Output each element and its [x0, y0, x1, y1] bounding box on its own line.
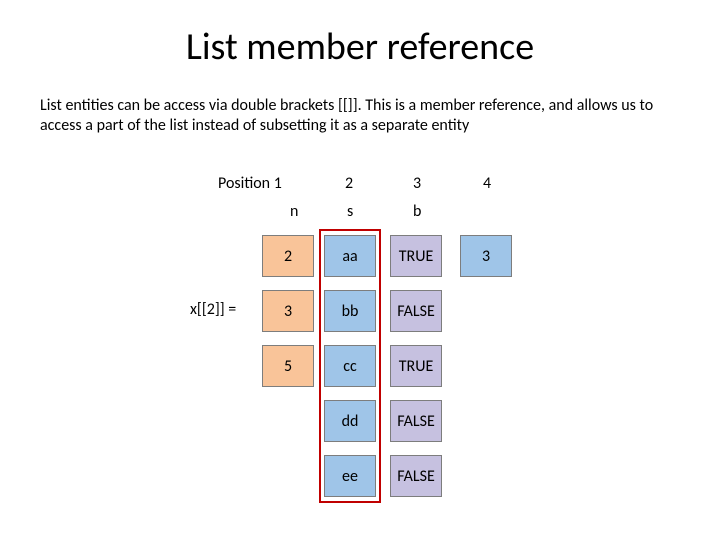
header-b: b [413, 202, 421, 221]
position-2-label: 2 [345, 174, 353, 193]
highlight-col-s [319, 229, 381, 503]
page-title: List member reference [0, 24, 720, 70]
header-n: n [290, 202, 298, 221]
position-1-label: Position 1 [218, 174, 282, 193]
cell-n-2: 3 [262, 290, 314, 332]
position-4-label: 4 [483, 174, 491, 193]
cell-b-3: TRUE [390, 345, 442, 387]
expression-label: x[[2]] = [190, 300, 236, 319]
cell-b-4: FALSE [390, 400, 442, 442]
cell-b-5: FALSE [390, 455, 442, 497]
cell-4-1: 3 [460, 235, 512, 277]
cell-n-3: 5 [262, 345, 314, 387]
cell-b-2: FALSE [390, 290, 442, 332]
position-3-label: 3 [413, 174, 421, 193]
description-text: List entities can be access via double b… [40, 96, 680, 136]
cell-b-1: TRUE [390, 235, 442, 277]
cell-n-1: 2 [262, 235, 314, 277]
header-s: s [347, 202, 353, 221]
